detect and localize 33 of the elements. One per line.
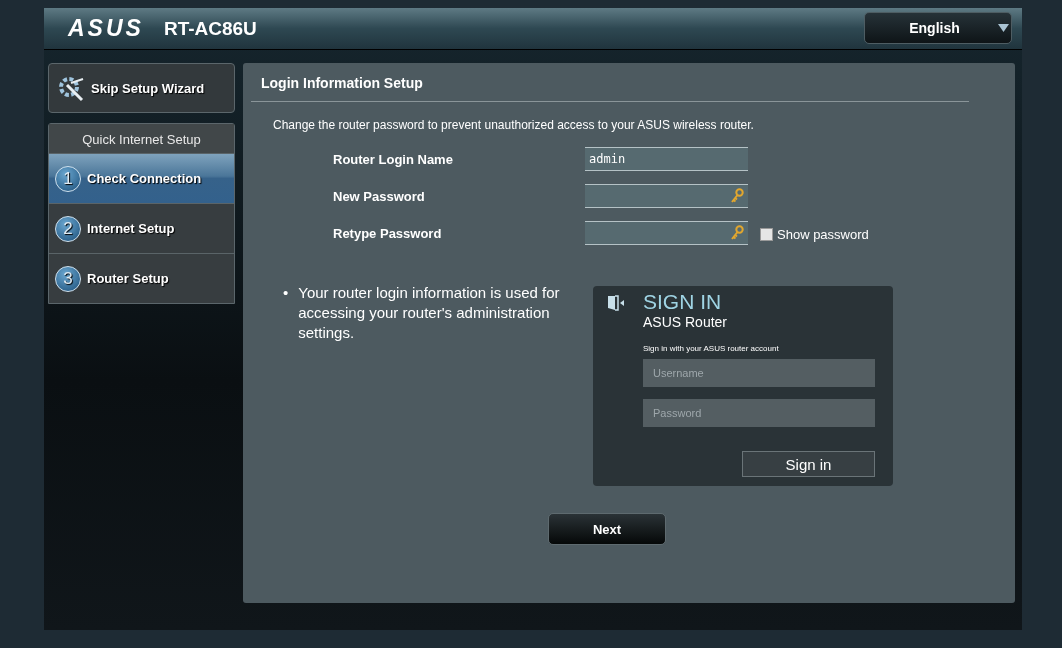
key-icon [730, 225, 744, 241]
step-item[interactable]: 1 Check Connection [49, 153, 234, 203]
model-name: RT-AC86U [163, 17, 257, 40]
key-icon [730, 188, 744, 204]
sign-in-hint: Sign in with your ASUS router account [643, 344, 780, 353]
gear-wrench-icon [57, 74, 85, 102]
field-label: Router Login Name [333, 151, 454, 167]
language-dropdown[interactable]: English [864, 12, 1012, 44]
step-number: 3 [55, 265, 81, 292]
description: Change the router password to prevent unauthorized access to your ASUS wireless router. [272, 117, 755, 132]
step-number: 2 [55, 215, 81, 242]
skip-wizard-button[interactable]: Skip Setup Wizard [48, 63, 235, 113]
next-button[interactable]: Next [548, 513, 666, 545]
door-icon [607, 295, 625, 311]
section-title: Quick Internet Setup [49, 124, 234, 153]
panel-title: Login Information Setup [251, 63, 969, 102]
password-field[interactable]: Password [643, 399, 875, 427]
field-label: New Password [333, 188, 426, 204]
show-password-checkbox[interactable]: Show password [760, 227, 869, 242]
input-field[interactable] [585, 184, 748, 208]
logo: ASUS [68, 15, 144, 42]
sign-in-title: SIGN IN [643, 290, 723, 314]
sign-in-subtitle: ASUS Router [643, 314, 728, 330]
info-note: • Your router login information is used for accessing your router's administration settings. [283, 283, 561, 343]
input-field[interactable]: admin [585, 147, 748, 171]
caret-icon [997, 24, 1009, 32]
username-field[interactable]: Username [643, 359, 875, 387]
field-label: Retype Password [333, 225, 443, 241]
step-number: 1 [55, 165, 81, 192]
step-item[interactable]: 3 Router Setup [49, 253, 234, 303]
input-field[interactable] [585, 221, 748, 245]
step-item[interactable]: 2 Internet Setup [49, 203, 234, 253]
sign-in-button[interactable]: Sign in [742, 451, 875, 477]
